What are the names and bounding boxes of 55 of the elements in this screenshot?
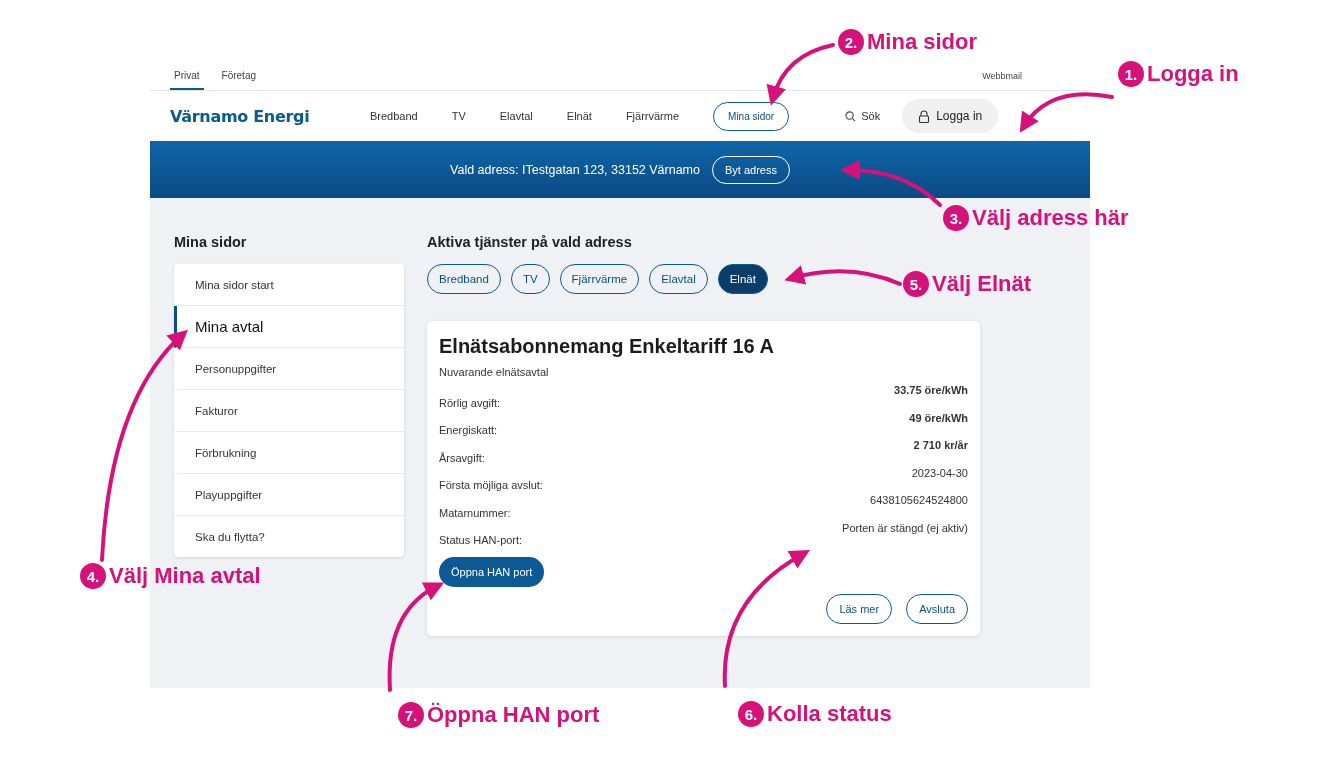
sidebar-item[interactable]: Mina avtal — [174, 306, 404, 348]
field-label: Matarnummer: — [439, 506, 511, 521]
step-label: Välj adress här — [972, 205, 1129, 231]
step-number: 7. — [398, 702, 424, 728]
field-label: Status HAN-port: — [439, 534, 523, 548]
selected-address: Vald adress: ITestgatan 123, 33152 Värnamo — [450, 162, 700, 177]
webmail-link[interactable]: Webbmail — [982, 71, 1022, 90]
service-chip[interactable]: Elnät — [717, 264, 768, 294]
step-number: 2. — [838, 29, 864, 55]
field-label: Energiskatt: — [439, 424, 498, 438]
field-label: Årsavgift: — [439, 451, 485, 466]
sidebar-item[interactable]: Personuppgifter — [174, 348, 404, 390]
field-value: 33.75 öre/kWh — [894, 384, 968, 396]
sidebar-item[interactable]: Fakturor — [174, 390, 404, 432]
segment-tab[interactable]: Företag — [217, 70, 261, 90]
field-label: Rörlig avgift: — [439, 396, 501, 411]
section-title: Aktiva tjänster på vald adress — [427, 234, 633, 250]
sidebar-item[interactable]: Mina sidor start — [174, 264, 404, 306]
field-value: 2023-04-30 — [911, 466, 968, 479]
login-button[interactable]: Logga in — [902, 99, 999, 133]
nav-link[interactable]: Fjärrvärme — [625, 110, 680, 122]
segment-tab[interactable]: Privat — [170, 70, 204, 90]
step-label: Välj Mina avtal — [109, 563, 261, 589]
step-label: Öppna HAN port — [427, 702, 600, 728]
step-label: Kolla status — [767, 701, 892, 727]
nav-link[interactable]: TV — [451, 110, 466, 122]
nav-link[interactable]: Elavtal — [499, 110, 533, 122]
field-label: Första möjliga avslut: — [439, 479, 543, 493]
step-label: Välj Elnät — [932, 271, 1032, 297]
field-value: 6438105624524800 — [870, 494, 968, 506]
step-number: 4. — [80, 563, 106, 589]
card-button[interactable]: Avsluta — [906, 594, 968, 624]
contract-subtitle: Nuvarande elnätsavtal — [439, 366, 550, 378]
sidebar-item[interactable]: Förbrukning — [174, 432, 404, 474]
sidebar-item[interactable]: Ska du flytta? — [174, 516, 404, 557]
nav-button[interactable]: Mina sidor — [713, 101, 790, 131]
callout-arrow — [767, 43, 835, 106]
logo[interactable]: Värnamo Energi — [170, 106, 370, 126]
step-number: 1. — [1118, 61, 1144, 87]
sidebar-item[interactable]: Playuppgifter — [174, 474, 404, 516]
step-label: Logga in — [1147, 61, 1239, 87]
card-button[interactable]: Läs mer — [826, 594, 893, 624]
sidebar-title: Mina sidor — [174, 234, 248, 250]
lock-icon — [918, 109, 931, 123]
step-label: Mina sidor — [867, 29, 977, 55]
nav-link[interactable]: Elnät — [566, 110, 592, 122]
nav-link[interactable]: Bredband — [370, 110, 418, 122]
search-link[interactable]: Sök — [845, 110, 881, 122]
step-number: 6. — [738, 701, 764, 727]
open-port-button[interactable]: Öppna HAN port — [439, 557, 545, 587]
field-value: Porten är stängd (ej aktiv) — [842, 521, 968, 534]
search-icon — [845, 110, 857, 122]
field-value: 49 öre/kWh — [909, 411, 968, 424]
contract-title: Elnätsabonnemang Enkeltariff 16 A — [439, 335, 775, 358]
field-value: 2 710 kr/år — [913, 439, 968, 451]
